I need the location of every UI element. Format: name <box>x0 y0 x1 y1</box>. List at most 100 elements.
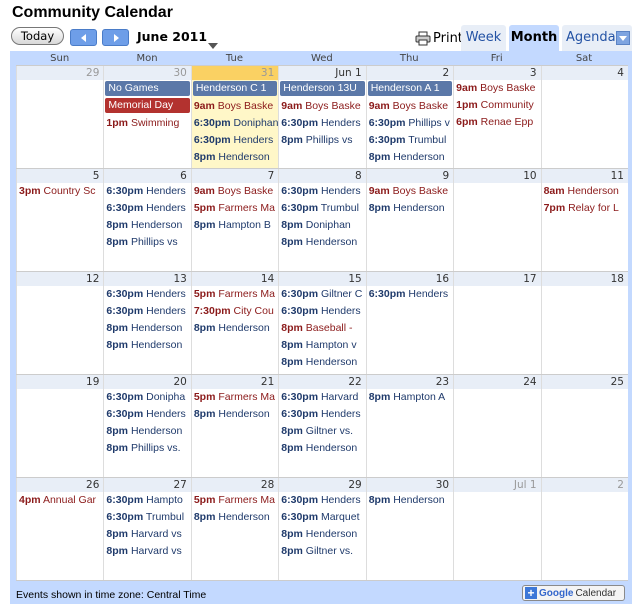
day-cell[interactable]: 3 9am Boys Baske 1pm Community 6pm Renae Ep… <box>453 66 541 168</box>
calendar-event[interactable]: 6pm Renae Epp <box>454 114 540 131</box>
day-cell[interactable]: 28 5pm Farmers Ma 8pm Henderson <box>190 478 279 580</box>
day-number[interactable]: 25 <box>541 375 628 389</box>
calendar-event[interactable]: 6:30pm Donipha <box>104 389 190 406</box>
day-cell[interactable]: 30 8pm Henderson <box>365 478 454 580</box>
day-cell[interactable]: 27 6:30pm Hampto 6:30pm Trumbul 8pm Harvard… <box>103 478 191 580</box>
calendar-event[interactable]: 9am Boys Baske <box>367 98 453 115</box>
calendar-event[interactable]: 8pm Baseball - <box>279 320 365 337</box>
day-cell[interactable]: 20 6:30pm Donipha 6:30pm Henders 8pm Hender… <box>103 375 191 477</box>
day-number[interactable]: 6 <box>104 169 191 183</box>
day-cell[interactable]: Jun 1 Henderson 13U 9am Boys Baske 6:30pm H… <box>278 66 366 168</box>
calendar-event[interactable]: 6:30pm Henders <box>279 406 365 423</box>
calendar-event[interactable]: 6:30pm Henders <box>279 115 365 132</box>
day-number[interactable]: 14 <box>191 272 279 286</box>
calendar-event[interactable]: 4pm Annual Gar <box>17 492 103 509</box>
calendar-event[interactable]: 5pm Farmers Ma <box>192 492 278 509</box>
calendar-event[interactable]: 6:30pm Trumbul <box>367 132 453 149</box>
calendar-event[interactable]: 6:30pm Henders <box>104 200 190 217</box>
day-number[interactable]: 3 <box>454 66 541 80</box>
calendar-event[interactable]: 8pm Phillips vs. <box>104 440 190 457</box>
day-number[interactable]: 7 <box>191 169 279 183</box>
day-number[interactable]: 29 <box>17 66 104 80</box>
calendar-event[interactable]: 8pm Henderson <box>104 320 190 337</box>
day-cell[interactable]: 7 9am Boys Baske 5pm Farmers Ma 8pm Hampton… <box>190 169 279 271</box>
calendar-event[interactable]: 6:30pm Harvard <box>279 389 365 406</box>
calendar-event[interactable]: 9am Boys Baske <box>454 80 540 97</box>
calendar-event[interactable]: 7:30pm City Cou <box>192 303 278 320</box>
day-number[interactable]: 10 <box>454 169 541 183</box>
calendar-event[interactable]: 8pm Harvard vs <box>104 543 190 560</box>
day-cell[interactable]: 2 Henderson A 1 9am Boys Baske 6:30pm Phill… <box>365 66 454 168</box>
day-cell[interactable]: 13 6:30pm Henders 6:30pm Henders 8pm Hender… <box>103 272 191 374</box>
calendar-event[interactable]: 6:30pm Henders <box>104 303 190 320</box>
day-number[interactable]: 18 <box>541 272 628 286</box>
calendar-event[interactable]: 8pm Henderson <box>192 320 278 337</box>
calendar-event[interactable]: 6:30pm Trumbul <box>104 509 190 526</box>
day-number[interactable]: 26 <box>17 478 104 492</box>
day-number[interactable]: 9 <box>366 169 454 183</box>
calendar-event[interactable]: 6:30pm Henders <box>367 286 453 303</box>
calendar-event[interactable]: 3pm Country Sc <box>17 183 103 200</box>
day-cell[interactable]: 5 3pm Country Sc <box>16 169 104 271</box>
day-cell[interactable]: 4 <box>540 66 628 168</box>
day-number[interactable]: 20 <box>104 375 191 389</box>
day-cell[interactable]: 16 6:30pm Henders <box>365 272 454 374</box>
print-link[interactable]: Print <box>415 29 463 47</box>
calendar-event[interactable]: 9am Boys Baske <box>279 98 365 115</box>
calendar-event[interactable]: 8pm Harvard vs <box>104 526 190 543</box>
day-cell[interactable]: 26 4pm Annual Gar <box>16 478 104 580</box>
day-cell[interactable]: 18 <box>540 272 628 374</box>
day-cell[interactable]: 23 8pm Hampton A <box>365 375 454 477</box>
calendar-event[interactable]: 8pm Henderson <box>279 440 365 457</box>
calendar-event[interactable]: 8pm Henderson <box>279 234 365 251</box>
day-cell[interactable]: 29 <box>16 66 104 168</box>
day-number[interactable]: 8 <box>279 169 366 183</box>
calendar-event[interactable]: 8pm Hampton v <box>279 337 365 354</box>
calendar-event[interactable]: 9am Boys Baske <box>367 183 453 200</box>
calendar-event[interactable]: 6:30pm Phillips v <box>367 115 453 132</box>
day-number[interactable]: 22 <box>279 375 366 389</box>
calendar-event[interactable]: 6:30pm Doniphan <box>192 115 278 132</box>
calendar-event[interactable]: 6:30pm Henders <box>104 406 190 423</box>
day-number[interactable]: 17 <box>454 272 541 286</box>
day-number[interactable]: Jun 1 <box>279 66 366 80</box>
day-number[interactable]: 2 <box>366 66 454 80</box>
calendar-event[interactable]: 8pm Henderson <box>367 149 453 166</box>
calendar-event[interactable]: 8pm Henderson <box>192 149 278 166</box>
calendar-event[interactable]: 8pm Henderson <box>192 406 278 423</box>
calendar-event[interactable]: 8pm Giltner vs. <box>279 423 365 440</box>
day-cell[interactable]: 11 8am Henderson 7pm Relay for L <box>540 169 628 271</box>
allday-event[interactable]: Henderson 13U <box>280 81 365 96</box>
day-number[interactable]: 13 <box>104 272 191 286</box>
calendar-event[interactable]: 6:30pm Giltner C <box>279 286 365 303</box>
day-number[interactable]: 15 <box>279 272 366 286</box>
calendar-event[interactable]: 6:30pm Henders <box>279 183 365 200</box>
day-number[interactable]: 24 <box>454 375 541 389</box>
tab-week[interactable]: Week <box>461 25 506 51</box>
day-cell[interactable]: 14 5pm Farmers Ma 7:30pm City Cou 8pm Hende… <box>190 272 279 374</box>
day-cell[interactable]: 30 No Games Memorial Day 1pm Swimming <box>103 66 191 168</box>
calendar-event[interactable]: 8pm Henderson <box>104 337 190 354</box>
calendar-event[interactable]: 8pm Hampton B <box>192 217 278 234</box>
day-cell[interactable]: 19 <box>16 375 104 477</box>
calendar-event[interactable]: 1pm Swimming <box>104 115 190 132</box>
allday-event[interactable]: Henderson A 1 <box>367 81 453 96</box>
day-cell[interactable]: Jul 1 <box>453 478 541 580</box>
calendar-event[interactable]: 6:30pm Hampto <box>104 492 190 509</box>
tab-month[interactable]: Month <box>509 25 559 51</box>
day-cell[interactable]: 8 6:30pm Henders 6:30pm Trumbul 8pm Donipha… <box>278 169 366 271</box>
today-button[interactable]: Today <box>11 27 64 45</box>
calendar-event[interactable]: 5pm Farmers Ma <box>192 389 278 406</box>
day-cell[interactable]: 24 <box>453 375 541 477</box>
calendar-event[interactable]: 8pm Henderson <box>192 509 278 526</box>
day-cell[interactable]: 10 <box>453 169 541 271</box>
day-number[interactable]: 21 <box>191 375 279 389</box>
day-cell[interactable]: 29 6:30pm Henders 6:30pm Marquet 8pm Hender… <box>278 478 366 580</box>
calendar-event[interactable]: 8pm Henderson <box>279 526 365 543</box>
calendar-event[interactable]: 8pm Phillips vs <box>104 234 190 251</box>
google-calendar-badge[interactable]: + Google Calendar <box>522 585 625 601</box>
day-number[interactable]: 29 <box>279 478 366 492</box>
calendar-event[interactable]: 8pm Hampton A <box>367 389 453 406</box>
day-number[interactable]: 12 <box>17 272 104 286</box>
day-cell[interactable]: 6 6:30pm Henders 6:30pm Henders 8pm Henders… <box>103 169 191 271</box>
